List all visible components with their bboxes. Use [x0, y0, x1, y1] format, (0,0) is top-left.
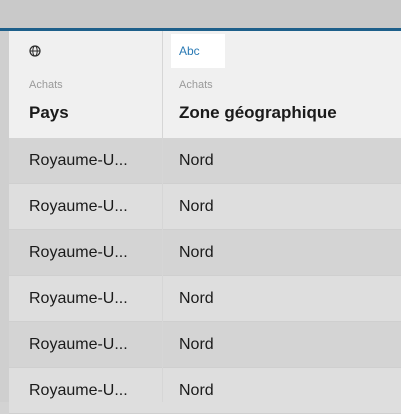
globe-icon	[29, 45, 41, 57]
cell-pays: Royaume-U...	[29, 290, 128, 307]
table-row[interactable]: Royaume-U... Nord	[9, 138, 401, 184]
column-source-label: Achats	[29, 79, 63, 91]
table-row[interactable]: Royaume-U... Nord	[9, 230, 401, 276]
toolbar-strip	[0, 0, 401, 28]
cell-pays: Royaume-U...	[29, 198, 128, 215]
cell-zone: Nord	[179, 152, 214, 169]
table-row[interactable]: Royaume-U... Nord	[9, 276, 401, 322]
cell-pays: Royaume-U...	[29, 244, 128, 261]
cell-pays: Royaume-U...	[29, 336, 128, 353]
string-type-chip[interactable]: Abc	[171, 34, 225, 68]
column-header-pays[interactable]: Achats Pays	[9, 31, 162, 138]
cell-zone: Nord	[179, 382, 214, 399]
column-source-label: Achats	[179, 79, 213, 91]
cell-pays: Royaume-U...	[29, 152, 128, 169]
cell-zone: Nord	[179, 336, 214, 353]
cell-zone: Nord	[179, 290, 214, 307]
data-grid: Achats Pays Abc Achats Zone géographique…	[0, 31, 401, 414]
column-name: Pays	[29, 103, 69, 122]
column-header-zone[interactable]: Abc Achats Zone géographique	[163, 31, 401, 138]
table-row[interactable]: Royaume-U... Nord	[9, 322, 401, 368]
table-row[interactable]: Royaume-U... Nord	[9, 184, 401, 230]
cell-zone: Nord	[179, 198, 214, 215]
cell-pays: Royaume-U...	[29, 382, 128, 399]
column-divider[interactable]	[162, 31, 163, 402]
geographic-type-chip[interactable]	[29, 34, 41, 68]
column-name: Zone géographique	[179, 103, 337, 122]
table-row[interactable]: Royaume-U... Nord	[9, 368, 401, 414]
cell-zone: Nord	[179, 244, 214, 261]
abc-type-label: Abc	[179, 44, 200, 58]
